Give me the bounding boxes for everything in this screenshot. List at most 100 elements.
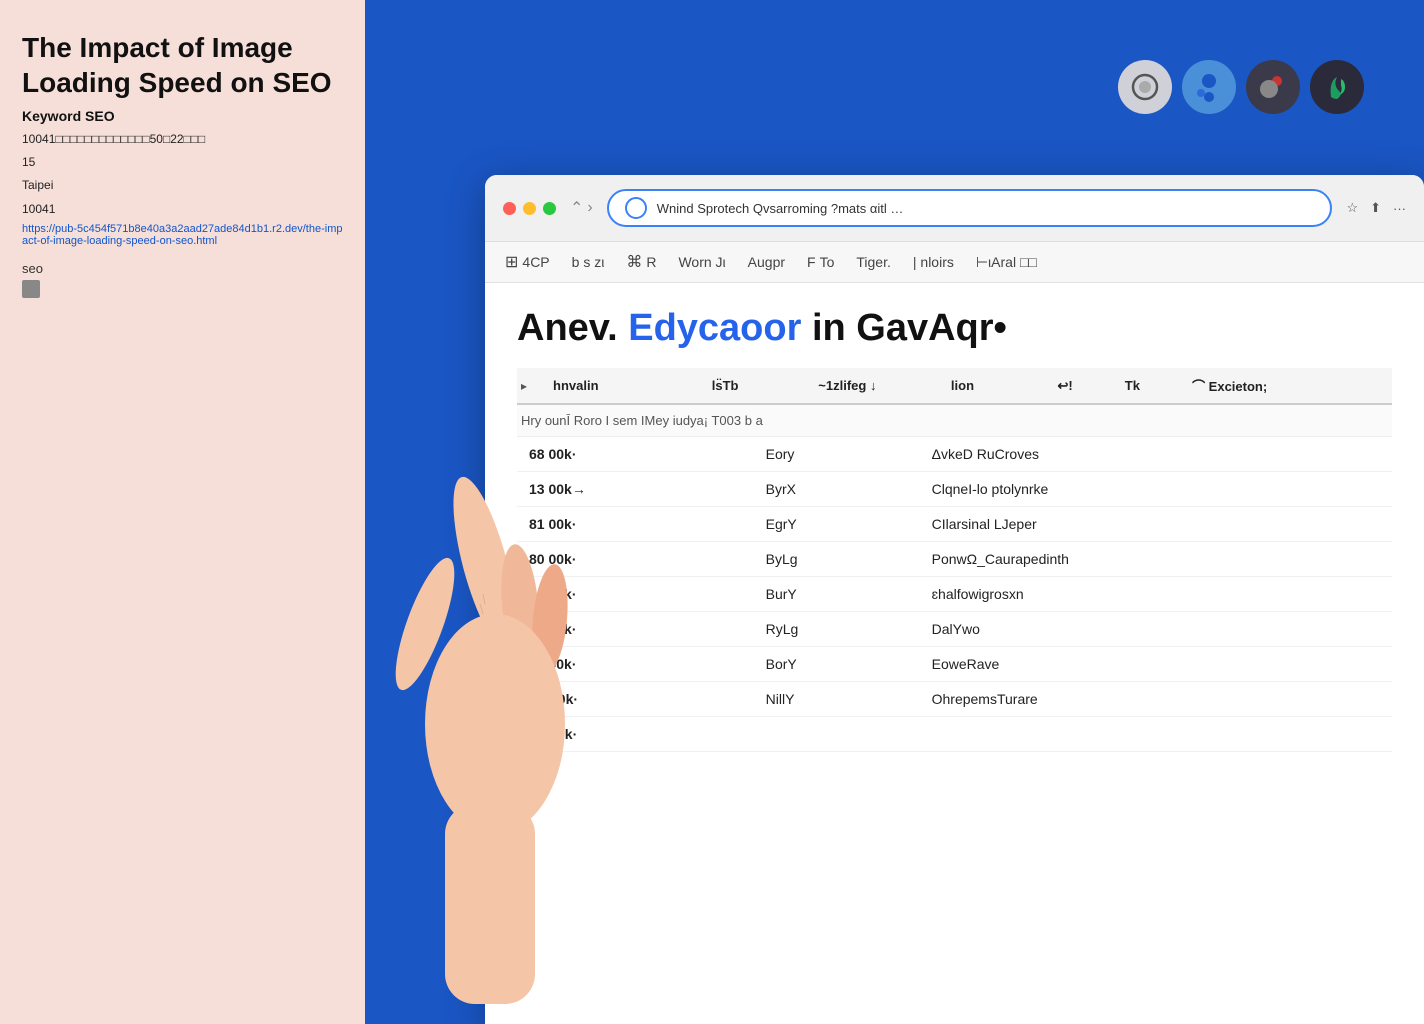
table-row: S0 00k· NillY OhrepemsTurare (517, 682, 1392, 717)
cell-metric: ByLg (754, 542, 920, 577)
table-row: 80 00k· ByLg PonwΩ_Caurapedinth (517, 542, 1392, 577)
app-icon-dark[interactable] (1310, 60, 1364, 114)
cell-volume: 8F 00k· (517, 717, 754, 752)
table-row: 68 00k· Eory ΔvkeD RuCroves (517, 437, 1392, 472)
sidebar-subtitle: Keyword SEO (22, 108, 343, 124)
th-zlifeg[interactable]: ~1zlifeg ↓ (818, 378, 949, 393)
cell-metric: ByrX (754, 472, 920, 507)
page-heading: Anev. Edycaoor in GavAqr• (517, 307, 1007, 349)
th-tk[interactable]: Tk (1125, 378, 1190, 393)
cell-volume: 80 00k· (517, 542, 754, 577)
dark-icon (1321, 71, 1353, 103)
table-subheader: Hry ounĪ Roro I sem IMey iudya¡ T003 b a (517, 405, 1392, 437)
maximize-button[interactable] (543, 202, 556, 215)
th-arrow[interactable]: ↩! (1057, 378, 1122, 394)
cell-keyword (920, 717, 1392, 752)
tab-label-augpr: Augpr (748, 254, 785, 270)
table-row: 8F 00k· (517, 717, 1392, 752)
cell-volume: 82 00k· (517, 577, 754, 612)
table-row: 81 00k· EgrY CIlarsinal LJeper (517, 507, 1392, 542)
forward-icon[interactable]: › (587, 199, 592, 217)
sidebar-meta-line3: Taipei (22, 176, 343, 195)
app-icon-red-dot[interactable] (1246, 60, 1300, 114)
tab-icon-1: ⊞ (505, 252, 518, 272)
sidebar-square-icon (22, 280, 40, 298)
cell-keyword: CIlarsinal LJeper (920, 507, 1392, 542)
cell-keyword: ɛhalfowigrosxn (920, 577, 1392, 612)
sidebar-url[interactable]: https://pub-5c454f571b8e40a3a2aad27ade84… (22, 223, 343, 247)
cell-keyword: ClqneI-lo ptolynrke (920, 472, 1392, 507)
circle-outline-icon (1129, 71, 1161, 103)
heading-part4: GavAqr• (856, 307, 1007, 349)
sidebar-icon-row (22, 280, 343, 298)
bookmark-icon[interactable]: ☆ (1346, 200, 1358, 216)
cell-metric: NillY (754, 682, 920, 717)
nav-tab-nloirs[interactable]: | nloirs (913, 254, 954, 270)
minimize-button[interactable] (523, 202, 536, 215)
th-lion[interactable]: lion (951, 378, 1056, 393)
table-row: 32 00k· BorY EoweRave (517, 647, 1392, 682)
nav-tabs: ⊞ 4CP b s zι ⌘ R Worn Jι Augpr F To Tige… (485, 242, 1424, 283)
tab-label-te: To (820, 254, 835, 270)
share-icon[interactable]: ⬆ (1370, 200, 1381, 216)
cell-metric: RyLg (754, 612, 920, 647)
nav-tab-2[interactable]: b s zι (572, 254, 605, 270)
nav-tab-augpr[interactable]: Augpr (748, 254, 785, 270)
cell-volume: 81 00k· (517, 507, 754, 542)
tab-label-tiger: Tiger. (856, 254, 891, 270)
cell-volume: 32 00k· (517, 647, 754, 682)
address-bar[interactable]: Wnind Sprotech Qvsarroming ?mats αitl … (607, 189, 1333, 227)
cell-keyword: OhrepemsTurare (920, 682, 1392, 717)
tab-label-nloirs: | nloirs (913, 254, 954, 270)
data-table: 68 00k· Eory ΔvkeD RuCroves 13 00k→ ByrX… (517, 437, 1392, 752)
sidebar-tag: seo (22, 261, 343, 276)
main-area: ⌃ › Wnind Sprotech Qvsarroming ?mats αit… (365, 0, 1424, 1024)
cell-metric (754, 717, 920, 752)
tab-label-aral: ⊢ιAral □□ (976, 254, 1037, 271)
tab-label-2: b s zι (572, 254, 605, 270)
cell-volume: S0 00k· (517, 682, 754, 717)
cell-metric: BurY (754, 577, 920, 612)
th-hnvalin[interactable]: hnvalin (553, 378, 710, 393)
close-button[interactable] (503, 202, 516, 215)
tab-icon-3: ⌘ (626, 252, 642, 272)
table-header: ▸ hnvalin ls̈Tb ~1zlifeg ↓ lion ↩! Tk ⌒ … (517, 368, 1392, 405)
browser-chrome: ⌃ › Wnind Sprotech Qvsarroming ?mats αit… (485, 175, 1424, 242)
address-circle-icon (625, 197, 647, 219)
content-area: Anev. Edycaoor in GavAqr• ▸ hnvalin ls̈T… (485, 283, 1424, 776)
sidebar-meta-line4: 10041 (22, 200, 343, 219)
cell-metric: BorY (754, 647, 920, 682)
nav-tab-aral[interactable]: ⊢ιAral □□ (976, 254, 1037, 271)
cell-keyword: ΔvkeD RuCroves (920, 437, 1392, 472)
browser-window: ⌃ › Wnind Sprotech Qvsarroming ?mats αit… (485, 175, 1424, 1024)
sidebar-meta-line1: 10041□□□□□□□□□□□□□50□22□□□ (22, 130, 343, 149)
cell-keyword: EoweRave (920, 647, 1392, 682)
cell-volume: 68 00k· (517, 437, 754, 472)
heading-part1: Anev. (517, 307, 628, 349)
cell-metric: EgrY (754, 507, 920, 542)
browser-toolbar-icons: ☆ ⬆ ··· (1346, 200, 1406, 216)
th-checkbox-col: ▸ (521, 379, 551, 393)
sidebar-title: The Impact of Image Loading Speed on SEO (22, 30, 343, 100)
cell-volume: 13 00k→ (517, 472, 754, 507)
nav-tab-tiger[interactable]: Tiger. (856, 254, 891, 270)
back-icon[interactable]: ⌃ (570, 198, 583, 218)
red-dot-icon (1257, 71, 1289, 103)
table-row: 17 00k· RyLg DalYwo (517, 612, 1392, 647)
address-text: Wnind Sprotech Qvsarroming ?mats αitl … (657, 201, 1315, 216)
blue-circle-icon (1193, 71, 1225, 103)
tab-icon-te: F (807, 254, 816, 270)
nav-tab-te[interactable]: F To (807, 254, 834, 270)
more-icon[interactable]: ··· (1393, 201, 1406, 216)
nav-tab-overview[interactable]: ⊞ 4CP (505, 252, 550, 272)
app-icon-circle-outline[interactable] (1118, 60, 1172, 114)
th-lstb[interactable]: ls̈Tb (712, 378, 817, 393)
nav-tab-worm[interactable]: Worn Jι (678, 254, 725, 270)
cell-metric: Eory (754, 437, 920, 472)
th-excieton[interactable]: ⌒ Excieton; (1192, 376, 1388, 395)
tab-label-worm: Worn Jι (678, 254, 725, 270)
cell-volume: 17 00k· (517, 612, 754, 647)
nav-tab-3[interactable]: ⌘ R (626, 252, 656, 272)
tab-label-3: R (646, 254, 656, 270)
app-icon-blue[interactable] (1182, 60, 1236, 114)
